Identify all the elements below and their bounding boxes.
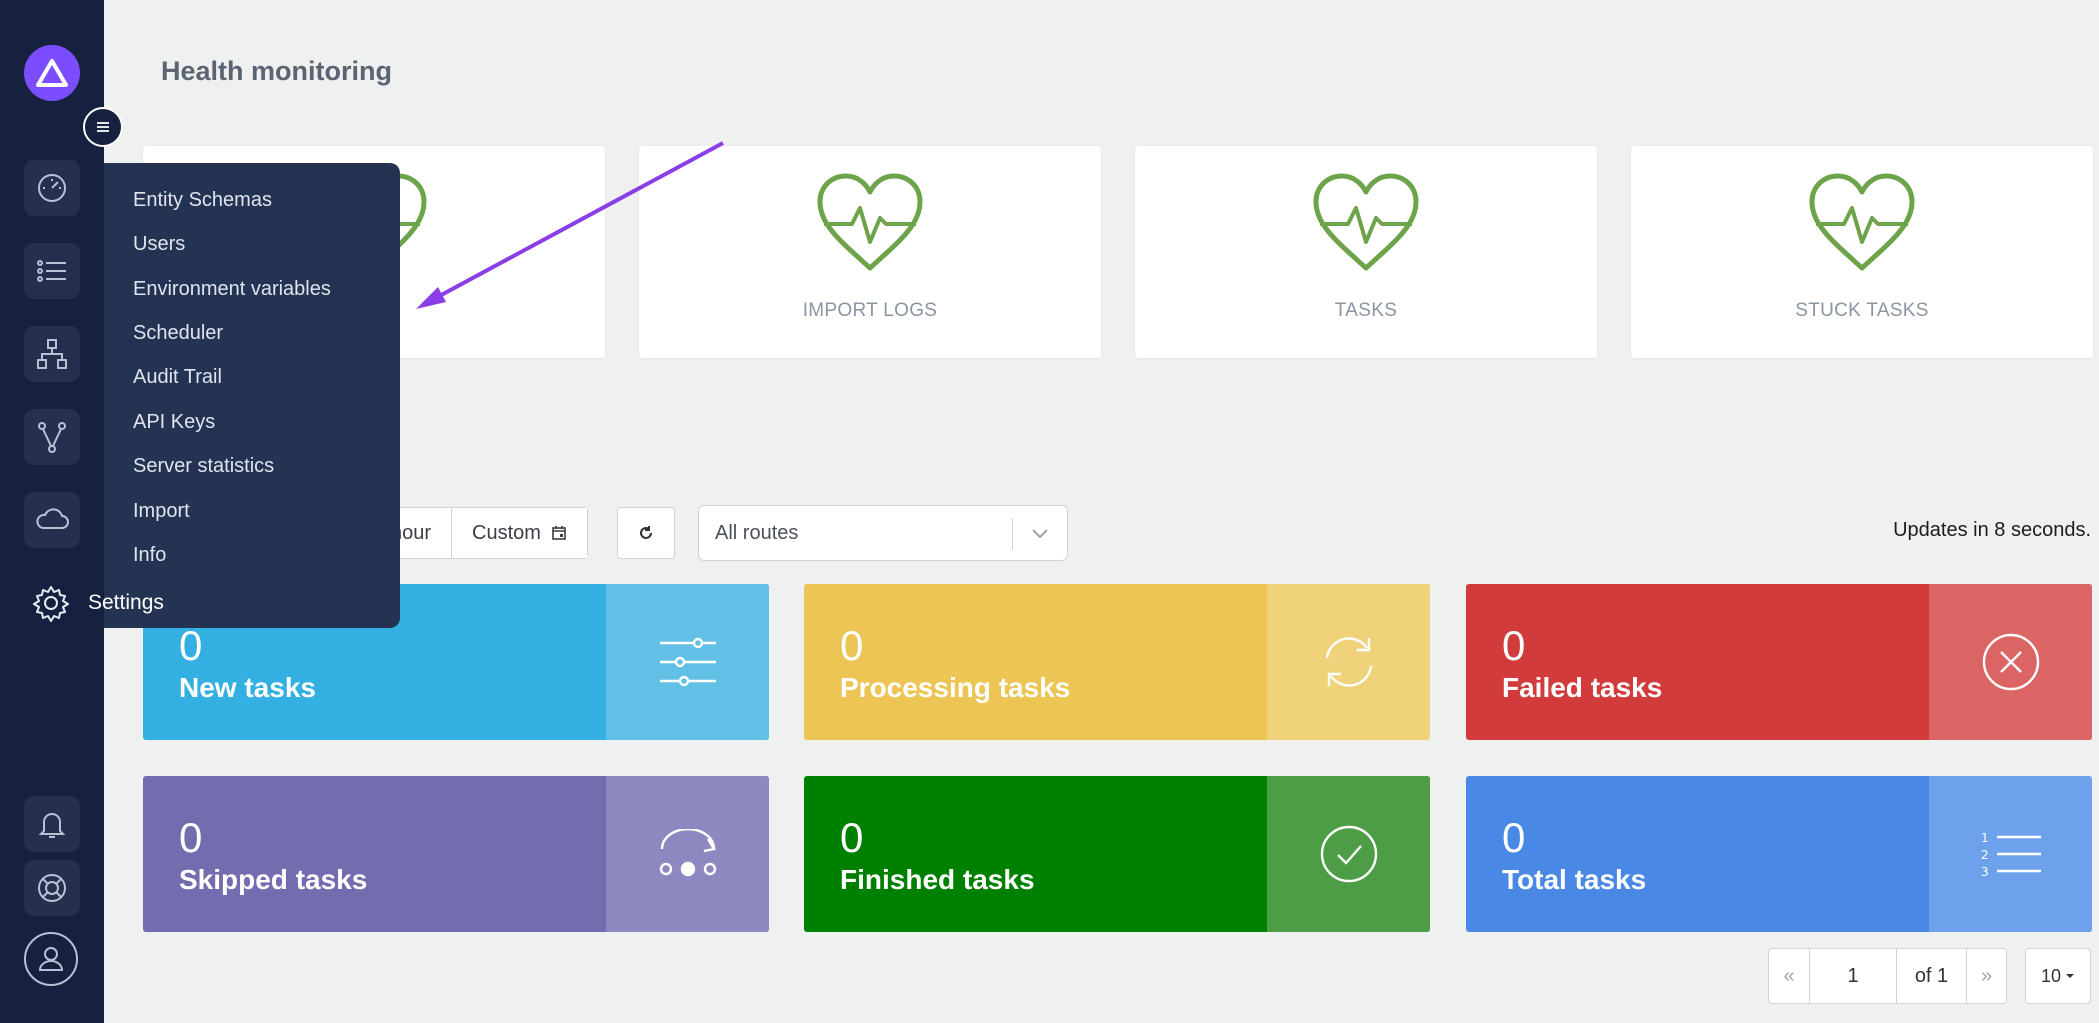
svg-text:2: 2	[1981, 848, 1989, 862]
menu-item-server-statistics[interactable]: Server statistics	[133, 455, 274, 478]
tile-label: Failed tasks	[1502, 672, 1663, 703]
health-card-stuck-tasks[interactable]: STUCK TASKS	[1631, 146, 2093, 358]
menu-item-scheduler[interactable]: Scheduler	[133, 322, 223, 345]
refresh-icon	[640, 526, 652, 539]
dashboard-gauge-icon	[38, 174, 66, 202]
tile-count: 0	[1502, 814, 1526, 861]
calendar-icon	[552, 526, 566, 540]
flow-branch-icon	[38, 422, 66, 453]
menu-item-info[interactable]: Info	[133, 544, 166, 567]
nav-cloud[interactable]	[24, 492, 80, 548]
menu-item-entity-schemas[interactable]: Entity Schemas	[133, 189, 272, 212]
app-logo[interactable]	[24, 45, 80, 101]
hamburger-icon	[97, 122, 109, 132]
tile-label: Processing tasks	[840, 672, 1071, 703]
close-circle-icon	[1982, 633, 2039, 691]
range-custom-button[interactable]: Custom	[451, 508, 587, 558]
menu-item-import[interactable]: Import	[133, 500, 190, 523]
user-icon	[38, 947, 64, 971]
health-card-import-logs[interactable]: IMPORT LOGS	[639, 146, 1101, 358]
page-size-value: 10	[2040, 965, 2062, 986]
nav-dashboard[interactable]	[24, 160, 80, 216]
tile-total-tasks[interactable]: 0 Total tasks 1 2 3	[1466, 776, 2092, 932]
heart-pulse-icon	[1313, 173, 1419, 271]
tile-label: Total tasks	[1502, 864, 1647, 895]
sliders-icon	[659, 637, 716, 687]
menu-item-audit-trail[interactable]: Audit Trail	[133, 366, 222, 389]
tile-count: 0	[179, 622, 203, 669]
tile-label: Skipped tasks	[179, 864, 368, 895]
heart-pulse-icon	[817, 173, 923, 271]
settings-menu: Entity Schemas Users Environment variabl…	[104, 163, 400, 628]
pagination: « 1 of 1 »	[1768, 948, 2007, 1004]
logo-icon	[36, 59, 68, 87]
custom-label: Custom	[472, 521, 541, 544]
skip-dots-icon	[659, 829, 716, 877]
prev-page-button[interactable]: «	[1769, 949, 1809, 1003]
lifebuoy-icon	[38, 874, 66, 902]
tile-processing-tasks[interactable]: 0 Processing tasks	[804, 584, 1430, 740]
cloud-icon	[36, 508, 69, 529]
tile-count: 0	[179, 814, 203, 861]
svg-text:3: 3	[1981, 865, 1989, 879]
health-card-label: TASKS	[1334, 300, 1398, 321]
updates-countdown: Updates in 8 seconds.	[1893, 519, 2091, 541]
heart-pulse-icon	[1809, 173, 1915, 271]
nav-flows[interactable]	[24, 409, 80, 465]
nav-list[interactable]	[24, 243, 80, 299]
refresh-button[interactable]	[617, 507, 675, 559]
tile-icon-panel	[1929, 584, 2092, 740]
nav-settings[interactable]: Settings	[24, 578, 400, 628]
chevron-down-icon	[1032, 529, 1048, 539]
bell-icon	[38, 813, 66, 838]
nav-notifications[interactable]	[24, 796, 80, 852]
next-page-button[interactable]: »	[1966, 949, 2006, 1003]
page-size-select[interactable]: 10	[2025, 948, 2091, 1004]
tile-icon-panel	[606, 776, 769, 932]
settings-label: Settings	[88, 591, 164, 614]
health-card-label: STUCK TASKS	[1795, 300, 1929, 321]
hierarchy-icon	[37, 339, 67, 369]
health-card-label: IMPORT LOGS	[802, 300, 938, 321]
tile-icon-panel	[1267, 584, 1430, 740]
numbered-list-icon: 1 2 3	[1981, 831, 2041, 879]
routes-select-value: All routes	[715, 522, 799, 544]
tile-icon-panel	[1267, 776, 1430, 932]
tile-finished-tasks[interactable]: 0 Finished tasks	[804, 776, 1430, 932]
sidebar-collapse-button[interactable]	[83, 107, 123, 147]
tile-label: Finished tasks	[840, 864, 1035, 895]
caret-down-icon	[2066, 974, 2075, 978]
tile-label: New tasks	[179, 672, 316, 703]
tile-icon-panel	[606, 584, 769, 740]
tile-icon-panel: 1 2 3	[1929, 776, 2092, 932]
page-number-input[interactable]: 1	[1809, 949, 1896, 1003]
check-circle-icon	[1320, 825, 1377, 883]
menu-item-environment-variables[interactable]: Environment variables	[133, 278, 331, 301]
routes-select[interactable]: All routes	[698, 505, 1068, 561]
tile-count: 0	[840, 814, 864, 861]
health-card-tasks[interactable]: TASKS	[1135, 146, 1597, 358]
select-divider	[1012, 518, 1013, 550]
svg-text:1: 1	[1981, 831, 1989, 845]
tile-skipped-tasks[interactable]: 0 Skipped tasks	[143, 776, 769, 932]
menu-item-api-keys[interactable]: API Keys	[133, 411, 215, 434]
tile-failed-tasks[interactable]: 0 Failed tasks	[1466, 584, 2092, 740]
nav-hierarchy[interactable]	[24, 326, 80, 382]
refresh-cycle-icon	[1325, 637, 1372, 687]
page-total: of 1	[1896, 949, 1966, 1003]
menu-item-users[interactable]: Users	[133, 233, 185, 256]
nav-help[interactable]	[24, 860, 80, 916]
user-profile-button[interactable]	[24, 932, 78, 986]
list-icon	[37, 260, 66, 282]
gear-icon	[33, 586, 69, 622]
sidebar	[0, 0, 104, 1023]
tile-count: 0	[1502, 622, 1526, 669]
page-title: Health monitoring	[161, 56, 392, 86]
tile-count: 0	[840, 622, 864, 669]
